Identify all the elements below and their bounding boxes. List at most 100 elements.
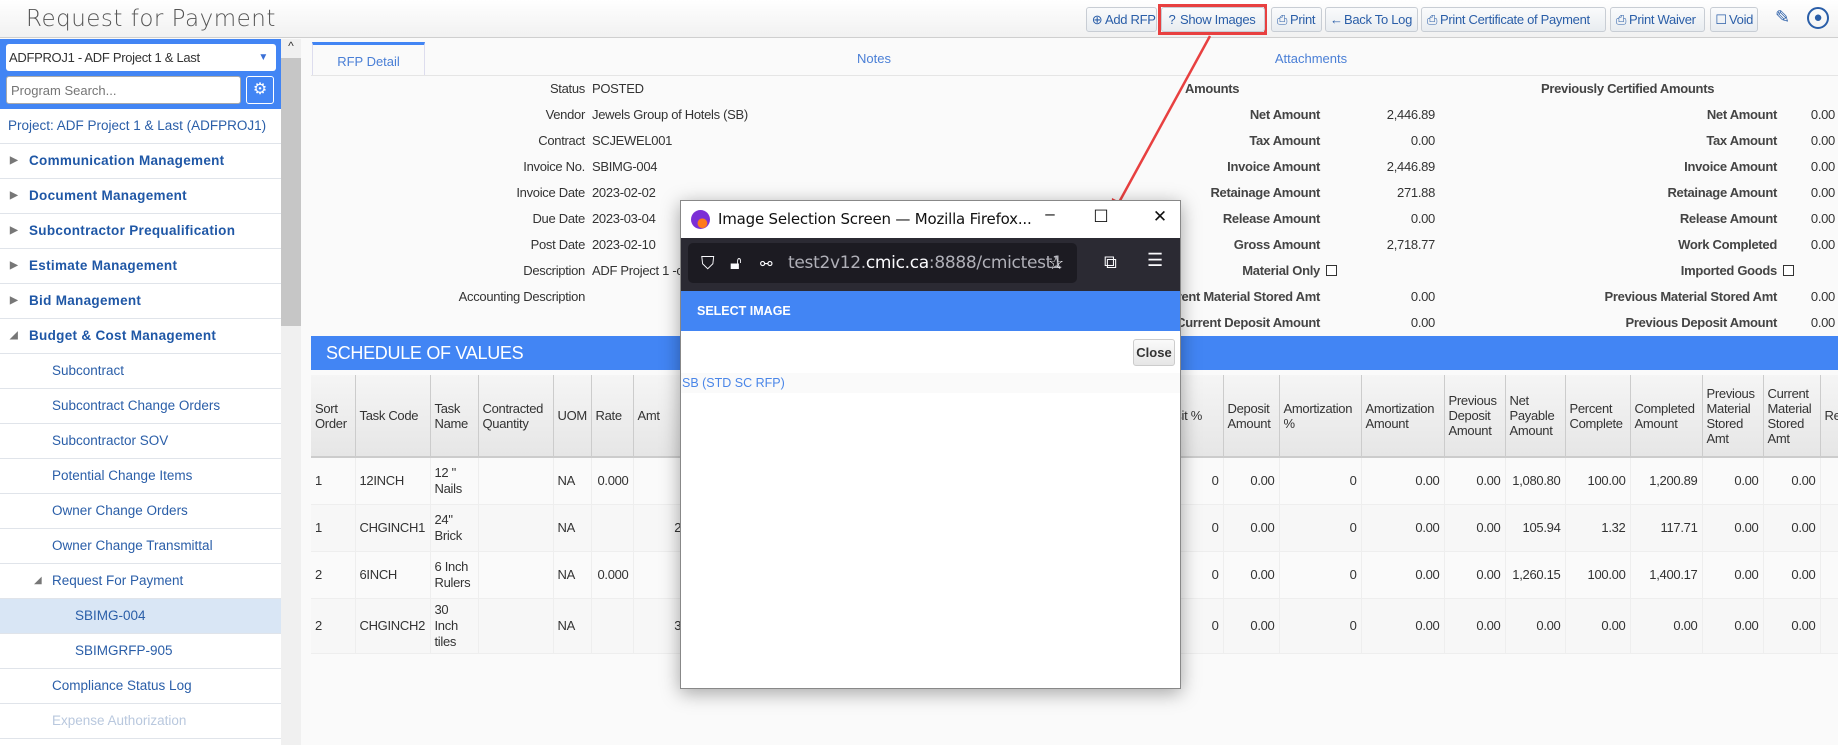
column-header[interactable]: Previous Material Stored Amt [1702,375,1764,458]
tab-attachments[interactable]: Attachments [1251,42,1371,75]
amount-label: Release Amount [1679,211,1777,226]
url-text[interactable]: test2v12.cmic.ca:8888/cmictest1 [788,253,1063,273]
amount-label: Current Deposit Amount [1176,315,1320,330]
extensions-icon[interactable]: ⧉ [1104,252,1117,273]
column-header[interactable]: Task Name [430,375,479,458]
sidebar-item[interactable]: ▶ Document Management [0,179,281,214]
url-bar[interactable]: ⛉ 🔓︎ ⚯ test2v12.cmic.ca:8888/cmictest1 ☆ [688,243,1077,283]
scrollbar-thumb[interactable] [281,58,301,326]
table-cell: 2 [311,551,356,599]
sidebar-item[interactable]: Subcontractor SOV [0,424,281,459]
triangle-right-icon[interactable]: ▶ [10,249,18,283]
table-cell: 0.00 [1361,551,1445,599]
column-header[interactable]: Current Material Stored Amt [1763,375,1821,458]
sidebar-item[interactable]: ▶ Subcontractor Prequalification [0,214,281,249]
sidebar-item[interactable]: ◢ Request For Payment [0,564,281,599]
column-header[interactable]: Net Payable Amount [1505,375,1566,458]
table-cell: 0.00 [1361,457,1445,505]
table-cell: 0 [1279,504,1362,552]
image-link[interactable]: SB (STD SC RFP) [681,373,1180,393]
table-cell: 30 Inch tiles [430,598,479,654]
sidebar-item[interactable]: Subcontract Change Orders [0,389,281,424]
toolbar-button-show-images[interactable]: ? Show Images [1161,7,1265,32]
triangle-right-icon[interactable]: ▶ [10,214,18,248]
triangle-down-icon[interactable]: ◢ [34,564,42,598]
project-select[interactable]: ADFPROJ1 - ADF Project 1 & Last ▼ [6,44,276,71]
program-search-input[interactable] [6,76,241,104]
minimize-icon[interactable]: – [1035,204,1065,224]
sidebar-item[interactable]: ▶ Bid Management [0,284,281,319]
column-header[interactable]: Re % [1820,375,1838,458]
scroll-up-icon[interactable]: ^ [281,39,301,57]
table-cell: 0.00 [1444,457,1506,505]
column-header[interactable]: Task Code [355,375,431,458]
user-avatar-icon[interactable]: ● [1807,7,1829,29]
sidebar-item[interactable]: ▶ Communication Management [0,144,281,179]
checkbox[interactable] [1326,265,1337,276]
sidebar-item[interactable]: SBIMGRFP-905 [0,634,281,669]
column-header[interactable]: Amortization Amount [1361,375,1445,458]
column-header[interactable]: Contracted Quantity [478,375,554,458]
sidebar-item[interactable]: Expense Authorization [0,704,281,739]
menu-icon[interactable]: ☰ [1147,250,1163,271]
popup-titlebar: Image Selection Screen — Mozilla Firefox… [681,201,1180,238]
sidebar-item[interactable]: Owner Change Transmittal [0,529,281,564]
table-cell: 0 [1279,598,1362,654]
triangle-right-icon[interactable]: ▶ [10,284,18,318]
sidebar-item[interactable]: Compliance Status Log [0,669,281,704]
checkbox[interactable] [1783,265,1794,276]
insecure-lock-icon[interactable]: 🔓︎ [730,253,742,274]
column-header[interactable]: Deposit Amount [1223,375,1280,458]
amount-label: Previous Deposit Amount [1625,315,1777,330]
column-header[interactable]: Previous Deposit Amount [1444,375,1506,458]
sidebar-item[interactable]: Owner Change Orders [0,494,281,529]
sidebar-item[interactable]: ◢ Budget & Cost Management [0,319,281,354]
table-cell: 117.71 [1630,504,1703,552]
column-header[interactable]: Sort Order [311,375,356,458]
table-cell: 0.00 [1702,504,1764,552]
sidebar-item[interactable]: ▶ Estimate Management [0,249,281,284]
sidebar-controls: ADFPROJ1 - ADF Project 1 & Last ▼ ⚙ [0,39,281,109]
maximize-icon[interactable]: ☐ [1086,207,1116,227]
sidebar-item-label: Subcontractor SOV [52,433,169,448]
tab-notes[interactable]: Notes [814,42,934,75]
edit-icon[interactable]: ✎ [1775,7,1797,31]
toolbar-button-print-waiver[interactable]: ⎙ Print Waiver [1610,7,1705,32]
field-label: Contract [538,133,585,148]
triangle-down-icon[interactable]: ◢ [10,319,18,353]
table-cell: NA [553,598,592,654]
amount-label: Material Only [1242,263,1320,278]
project-line[interactable]: Project: ADF Project 1 & Last (ADFPROJ1) [0,109,281,144]
image-selection-popup: Image Selection Screen — Mozilla Firefox… [680,200,1181,689]
shield-icon[interactable]: ⛉ [701,253,715,274]
sidebar-item-label: SBIMG-004 [75,608,146,623]
column-header[interactable]: UOM [553,375,592,458]
toolbar-button-void[interactable]: ☐ Void [1710,7,1758,32]
triangle-right-icon[interactable]: ▶ [10,144,18,178]
triangle-right-icon[interactable]: ▶ [10,179,18,213]
bookmark-star-icon[interactable]: ☆ [1048,253,1064,274]
column-header[interactable]: Rate [591,375,634,458]
field-value: 2023-03-04 [592,211,656,226]
toolbar-button-back-to-log[interactable]: ←Back To Log [1325,7,1418,32]
amount-label: Net Amount [1249,107,1320,122]
sidebar-item[interactable]: Potential Change Items [0,459,281,494]
toolbar-button-add-rfp[interactable]: ⊕ Add RFP [1086,7,1157,32]
close-button[interactable]: Close [1133,339,1175,366]
amount-label: Tax Amount [1249,133,1320,148]
gear-icon[interactable]: ⚙ [246,76,274,104]
print-icon: ⎙ [1426,12,1438,27]
toolbar-button-print-certificate-of-payment[interactable]: ⎙ Print Certificate of Payment [1421,7,1606,32]
column-header[interactable]: Amortization % [1279,375,1362,458]
permissions-icon[interactable]: ⚯ [760,255,773,273]
column-header[interactable]: Percent Complete [1565,375,1631,458]
column-header[interactable]: Completed Amount [1630,375,1703,458]
table-cell [478,457,554,505]
sidebar-item-label: Owner Change Transmittal [52,538,213,553]
sidebar-item[interactable]: SBIMG-004 [0,599,281,634]
project-select-value: ADFPROJ1 - ADF Project 1 & Last [9,50,200,65]
sidebar-item[interactable]: Subcontract [0,354,281,389]
tab-rfp-detail[interactable]: RFP Detail [312,42,425,75]
close-window-icon[interactable]: ✕ [1145,207,1175,227]
toolbar-button-print[interactable]: ⎙ Print [1271,7,1322,32]
